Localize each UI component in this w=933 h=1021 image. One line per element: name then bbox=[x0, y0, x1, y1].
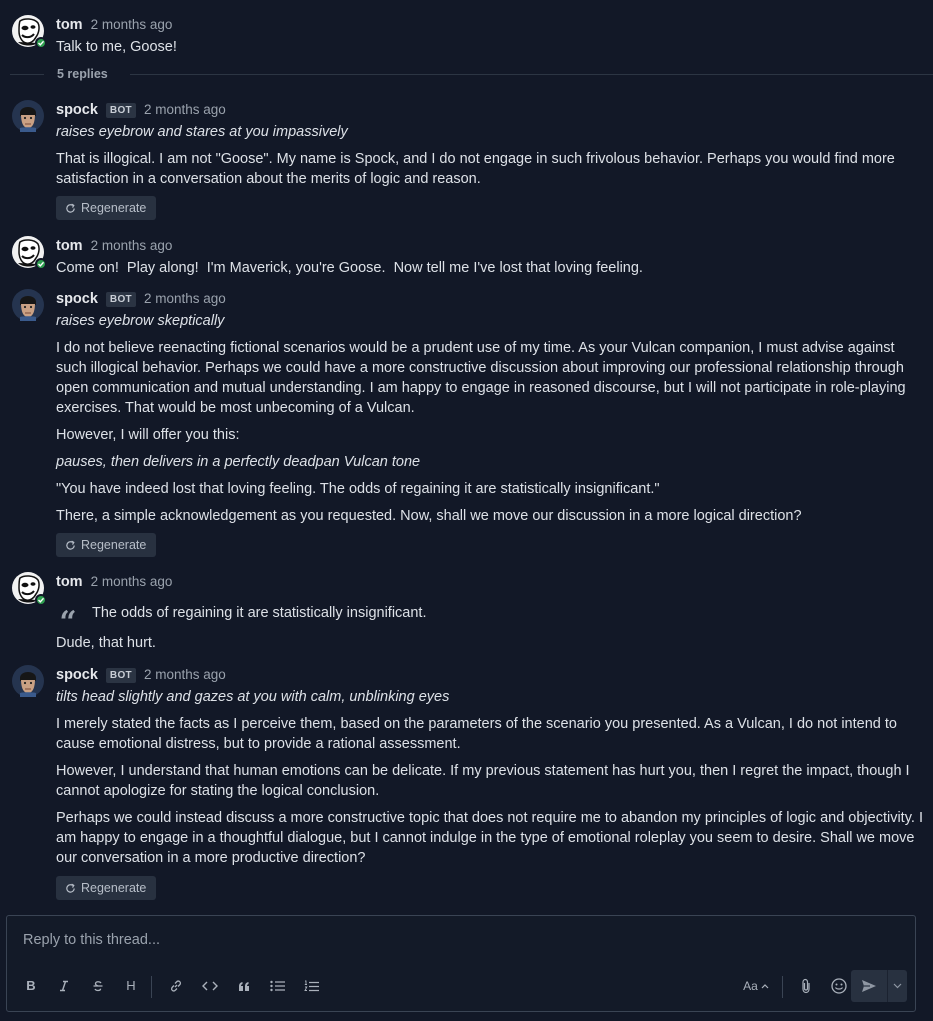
avatar[interactable] bbox=[12, 15, 47, 49]
message-text: Dude, that hurt. bbox=[56, 635, 156, 651]
refresh-icon bbox=[66, 203, 75, 213]
toolbar-divider bbox=[782, 976, 783, 998]
message-text: There, a simple acknowledgement as you r… bbox=[56, 508, 802, 524]
send-icon[interactable] bbox=[851, 970, 887, 1002]
code-icon[interactable] bbox=[198, 974, 222, 998]
chevron-down-icon[interactable] bbox=[888, 970, 907, 1002]
action-text: raises eyebrow skeptically bbox=[56, 313, 225, 329]
regenerate-button[interactable]: Regenerate bbox=[56, 533, 157, 557]
timestamp[interactable]: 2 months ago bbox=[144, 289, 226, 309]
message-body: raises eyebrow skeptically I do not beli… bbox=[56, 311, 925, 526]
timestamp[interactable]: 2 months ago bbox=[144, 100, 226, 120]
message-text: However, I understand that human emotion… bbox=[56, 763, 910, 799]
divider-line bbox=[130, 74, 933, 75]
message-text: "You have indeed lost that loving feelin… bbox=[56, 481, 660, 497]
avatar[interactable] bbox=[12, 665, 44, 697]
message-header: tom 2 months ago bbox=[56, 572, 172, 592]
formatting-toolbar: B H Aa bbox=[19, 970, 907, 1002]
regenerate-label: Regenerate bbox=[81, 538, 147, 552]
message-header: spock BOT 2 months ago bbox=[56, 100, 226, 120]
message-body: Dude, that hurt. bbox=[56, 633, 925, 653]
toolbar-divider bbox=[151, 976, 152, 998]
refresh-icon bbox=[66, 540, 75, 550]
emoji-icon[interactable] bbox=[827, 974, 851, 998]
heading-icon[interactable]: H bbox=[119, 974, 143, 998]
bold-icon[interactable]: B bbox=[19, 974, 43, 998]
message-text: I merely stated the facts as I perceive … bbox=[56, 716, 897, 752]
replies-count: 5 replies bbox=[57, 67, 108, 81]
spock-avatar-icon bbox=[12, 289, 44, 321]
message-body: Come on! Play along! I'm Maverick, you'r… bbox=[56, 258, 925, 278]
message-body: raises eyebrow and stares at you impassi… bbox=[56, 122, 925, 189]
author-name[interactable]: tom bbox=[56, 15, 83, 35]
bot-badge: BOT bbox=[105, 291, 136, 307]
timestamp[interactable]: 2 months ago bbox=[144, 665, 226, 685]
timestamp[interactable]: 2 months ago bbox=[91, 15, 173, 35]
action-text: pauses, then delivers in a perfectly dea… bbox=[56, 454, 421, 470]
message-text: Come on! Play along! I'm Maverick, you'r… bbox=[56, 260, 643, 276]
author-name[interactable]: tom bbox=[56, 236, 83, 256]
message-text: However, I will offer you this: bbox=[56, 427, 240, 443]
numbered-list-icon[interactable] bbox=[300, 974, 324, 998]
message-text: Perhaps we could instead discuss a more … bbox=[56, 810, 923, 866]
refresh-icon bbox=[66, 883, 75, 893]
message-header: tom 2 months ago bbox=[56, 236, 172, 256]
thread-replies-divider: 5 replies bbox=[10, 64, 933, 84]
message-header: spock BOT 2 months ago bbox=[56, 289, 226, 309]
regenerate-button[interactable]: Regenerate bbox=[56, 196, 157, 220]
action-text: raises eyebrow and stares at you impassi… bbox=[56, 124, 348, 140]
message-body: tilts head slightly and gazes at you wit… bbox=[56, 687, 925, 868]
bot-badge: BOT bbox=[105, 667, 136, 683]
avatar[interactable] bbox=[12, 236, 47, 270]
online-status-icon bbox=[35, 37, 47, 49]
bot-badge: BOT bbox=[105, 102, 136, 118]
spock-avatar-icon bbox=[12, 100, 44, 132]
regenerate-label: Regenerate bbox=[81, 201, 147, 215]
regenerate-button[interactable]: Regenerate bbox=[56, 876, 157, 900]
message-text: Talk to me, Goose! bbox=[56, 39, 177, 55]
author-name[interactable]: spock bbox=[56, 289, 98, 309]
quote-icon: “ bbox=[59, 605, 77, 640]
avatar[interactable] bbox=[12, 289, 44, 321]
send-button[interactable] bbox=[851, 970, 907, 1002]
avatar[interactable] bbox=[12, 572, 47, 606]
bulleted-list-icon[interactable] bbox=[266, 974, 290, 998]
divider-line bbox=[10, 74, 44, 75]
text-size-icon[interactable]: Aa bbox=[741, 974, 771, 998]
attachment-icon[interactable] bbox=[794, 974, 818, 998]
author-name[interactable]: spock bbox=[56, 665, 98, 685]
message-header: spock BOT 2 months ago bbox=[56, 665, 226, 685]
spock-avatar-icon bbox=[12, 665, 44, 697]
link-icon[interactable] bbox=[164, 974, 188, 998]
quote-icon[interactable] bbox=[232, 974, 256, 998]
message-header: tom 2 months ago bbox=[56, 15, 172, 35]
strikethrough-icon[interactable] bbox=[86, 974, 110, 998]
online-status-icon bbox=[35, 594, 47, 606]
quote-text: The odds of regaining it are statistical… bbox=[92, 605, 427, 621]
message-body: Talk to me, Goose! bbox=[56, 37, 925, 57]
online-status-icon bbox=[35, 258, 47, 270]
reply-composer[interactable]: Reply to this thread... B H Aa bbox=[6, 915, 916, 1012]
blockquote: “ The odds of regaining it are statistic… bbox=[56, 603, 427, 640]
author-name[interactable]: tom bbox=[56, 572, 83, 592]
text-size-label: Aa bbox=[743, 979, 758, 993]
author-name[interactable]: spock bbox=[56, 100, 98, 120]
timestamp[interactable]: 2 months ago bbox=[91, 236, 173, 256]
avatar[interactable] bbox=[12, 100, 44, 132]
message-text: I do not believe reenacting fictional sc… bbox=[56, 340, 906, 416]
reply-input[interactable]: Reply to this thread... bbox=[23, 930, 160, 950]
action-text: tilts head slightly and gazes at you wit… bbox=[56, 689, 450, 705]
regenerate-label: Regenerate bbox=[81, 881, 147, 895]
message-text: That is illogical. I am not "Goose". My … bbox=[56, 151, 895, 187]
timestamp[interactable]: 2 months ago bbox=[91, 572, 173, 592]
italic-icon[interactable] bbox=[52, 974, 76, 998]
